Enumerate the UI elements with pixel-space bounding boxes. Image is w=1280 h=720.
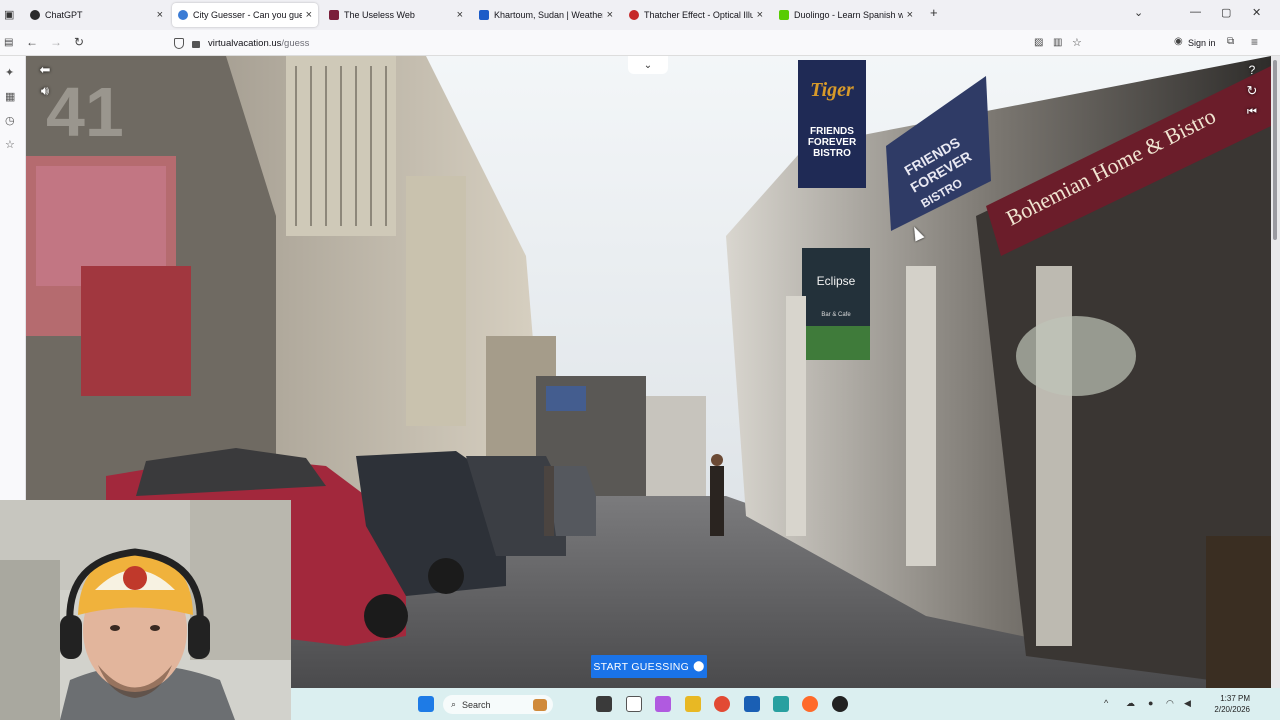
- page-scrollbar[interactable]: [1271, 56, 1280, 688]
- windows-start-icon[interactable]: [418, 696, 434, 712]
- synced-tabs-icon[interactable]: ▦: [5, 90, 15, 103]
- speaker-icon[interactable]: 🔊︎: [35, 81, 55, 101]
- clock-time: 1:37 PM: [1220, 694, 1250, 703]
- globe-favicon-icon: [178, 10, 188, 20]
- building-number: 41: [46, 73, 124, 151]
- microphone-icon[interactable]: ●: [1148, 698, 1153, 708]
- tab-khartoum-weather[interactable]: Khartoum, Sudan | Weather Sat ×: [473, 3, 619, 27]
- lock-icon[interactable]: [192, 40, 200, 48]
- tab-title: The Useless Web: [344, 10, 415, 20]
- task-view-icon[interactable]: [596, 696, 612, 712]
- tiger-banner-line-3: BISTRO: [813, 148, 851, 159]
- webcam-overlay: [0, 500, 291, 720]
- navigation-toolbar: ▤ ← → ↻ virtualvacation.us/guess ▨ ▥ ☆ ◉…: [0, 30, 1280, 56]
- forward-button[interactable]: →: [50, 35, 62, 49]
- back-arrow-icon[interactable]: ⬅: [35, 60, 55, 80]
- tray-overflow-icon[interactable]: ^: [1104, 698, 1108, 708]
- tab-close-icon[interactable]: ×: [757, 9, 763, 21]
- map-pin-icon: ⬤: [693, 661, 705, 672]
- tab-useless-web[interactable]: The Useless Web ×: [323, 3, 469, 27]
- ai-sparkle-icon[interactable]: ✦: [5, 66, 14, 79]
- useless-web-favicon-icon: [329, 10, 339, 20]
- tab-strip: ▣ ChatGPT × City Guesser - Can you guess…: [0, 0, 1280, 30]
- tab-title: Duolingo - Learn Spanish with I: [794, 10, 903, 20]
- start-guessing-button[interactable]: START GUESSING ⬤: [591, 655, 707, 678]
- tab-thatcher-effect[interactable]: Thatcher Effect - Optical Illusio ×: [623, 3, 769, 27]
- maximize-button[interactable]: ▢: [1221, 6, 1231, 19]
- search-icon: ⌕: [451, 699, 457, 709]
- copilot-icon[interactable]: [655, 696, 671, 712]
- eclipse-sign-text: Eclipse: [817, 274, 856, 288]
- tab-close-icon[interactable]: ×: [157, 9, 163, 21]
- tab-duolingo[interactable]: Duolingo - Learn Spanish with I ×: [773, 3, 919, 27]
- duolingo-favicon-icon: [779, 10, 789, 20]
- history-icon[interactable]: ◷: [5, 114, 15, 127]
- new-tab-button[interactable]: +: [930, 5, 938, 20]
- weather-favicon-icon: [479, 10, 489, 20]
- reload-button[interactable]: ↻: [74, 35, 84, 49]
- menu-icon[interactable]: ≡: [1251, 35, 1258, 49]
- eclipse-sign-subtext: Bar & Cafe: [821, 312, 851, 318]
- chevron-down-icon: ⌄: [643, 59, 653, 71]
- chatgpt-favicon-icon: [30, 10, 40, 20]
- chrome-icon[interactable]: [714, 696, 730, 712]
- file-explorer-icon[interactable]: [685, 696, 701, 712]
- firefox-icon[interactable]: [802, 696, 818, 712]
- tab-title: City Guesser - Can you guess w: [193, 10, 302, 20]
- clock-date: 2/20/2026: [1214, 705, 1250, 714]
- sign-in-button[interactable]: Sign in: [1188, 38, 1216, 48]
- back-button[interactable]: ←: [26, 35, 38, 49]
- skip-back-icon[interactable]: ⏮: [1242, 102, 1262, 122]
- bookmark-star-icon[interactable]: ☆: [1072, 36, 1082, 49]
- start-guessing-label: START GUESSING: [593, 660, 690, 673]
- collapse-header-button[interactable]: ⌄: [628, 56, 668, 74]
- taskbar-search-placeholder: Search: [462, 699, 491, 710]
- streamer-webcam-image: [0, 500, 291, 720]
- tiger-banner-line-1: FRIENDS: [810, 126, 854, 137]
- reader-view-icon[interactable]: ▥: [1053, 37, 1062, 48]
- recording-app-icon[interactable]: [832, 696, 848, 712]
- notepad-icon[interactable]: [626, 696, 642, 712]
- picture-icon[interactable]: ▨: [1034, 37, 1043, 48]
- bookmarks-icon[interactable]: ☆: [5, 138, 15, 151]
- scrollbar-thumb[interactable]: [1273, 60, 1277, 240]
- tiger-banner-line-2: FOREVER: [808, 137, 857, 148]
- tab-close-icon[interactable]: ×: [907, 9, 913, 21]
- wifi-icon[interactable]: ◠: [1166, 698, 1174, 709]
- taskbar-search-box[interactable]: ⌕ Search: [443, 695, 553, 714]
- tab-close-icon[interactable]: ×: [306, 9, 312, 21]
- tab-close-icon[interactable]: ×: [457, 9, 463, 21]
- vscode-icon[interactable]: [744, 696, 760, 712]
- list-all-tabs-button[interactable]: ⌄: [1134, 6, 1143, 19]
- url-path: /guess: [281, 37, 310, 49]
- sidebar-icon[interactable]: ▤: [4, 37, 13, 48]
- account-icon[interactable]: ◉: [1174, 36, 1183, 47]
- app-icon[interactable]: [773, 696, 789, 712]
- illusion-favicon-icon: [629, 10, 639, 20]
- tab-chatgpt[interactable]: ChatGPT ×: [24, 3, 169, 27]
- help-icon[interactable]: ?: [1242, 60, 1262, 80]
- url-host: virtualvacation.us: [208, 37, 282, 49]
- volume-icon[interactable]: ◀: [1184, 698, 1191, 709]
- sidebar-toggle-icon[interactable]: ▣: [4, 8, 14, 21]
- address-bar[interactable]: virtualvacation.us/guess: [168, 33, 1092, 53]
- tab-title: ChatGPT: [45, 10, 83, 20]
- extensions-icon[interactable]: ⧉: [1227, 36, 1234, 47]
- tab-close-icon[interactable]: ×: [607, 9, 613, 21]
- tab-title: Khartoum, Sudan | Weather Sat: [494, 10, 603, 20]
- tab-title: Thatcher Effect - Optical Illusio: [644, 10, 753, 20]
- cloud-icon[interactable]: ☁: [1126, 698, 1135, 709]
- refresh-icon[interactable]: ↻: [1242, 81, 1262, 101]
- close-window-button[interactable]: ✕: [1252, 6, 1261, 19]
- shield-icon[interactable]: [174, 37, 184, 49]
- search-highlight-icon: [533, 698, 547, 711]
- tab-city-guesser[interactable]: City Guesser - Can you guess w ×: [172, 3, 318, 27]
- system-clock[interactable]: 1:37 PM 2/20/2026: [1214, 693, 1250, 715]
- minimize-button[interactable]: —: [1190, 6, 1201, 18]
- tiger-logo-text: Tiger: [810, 79, 854, 101]
